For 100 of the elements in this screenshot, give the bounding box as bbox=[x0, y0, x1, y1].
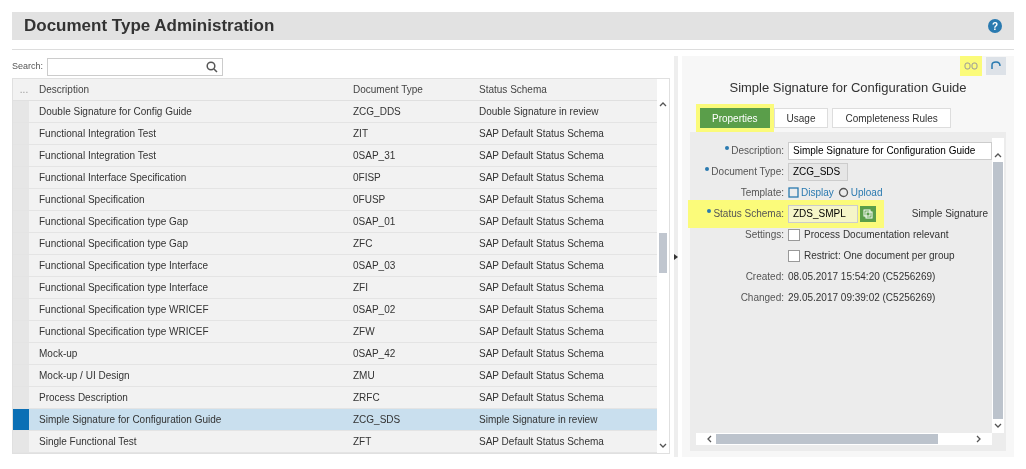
row-selector[interactable] bbox=[13, 409, 29, 430]
table-row[interactable]: Functional Specification type Gap 0SAP_01 SAP Default Status Schema bbox=[13, 211, 657, 233]
table-cell-text: Mock-up / UI Design bbox=[38, 369, 131, 383]
table-cell-text: SAP Default Status Schema bbox=[478, 347, 605, 361]
table-cell-text: SAP Default Status Schema bbox=[478, 149, 605, 163]
row-selector[interactable] bbox=[13, 101, 29, 122]
row-selector[interactable] bbox=[13, 387, 29, 408]
table-row[interactable]: Simple Signature for Configuration Guide ZCG_SDS Simple Signature in review bbox=[13, 409, 657, 431]
table-cell-text: 0SAP_03 bbox=[352, 259, 397, 273]
undo-button[interactable] bbox=[986, 57, 1006, 75]
status-schema-input[interactable]: ZDS_SMPL bbox=[788, 204, 858, 223]
field-label: Description: bbox=[731, 144, 784, 158]
table-cell-text: Single Functional Test bbox=[38, 435, 138, 449]
display-button[interactable] bbox=[960, 56, 982, 76]
table-cell-text: ZCG_DDS bbox=[352, 105, 402, 119]
table-cell-text: SAP Default Status Schema bbox=[478, 281, 605, 295]
column-header[interactable]: Status Schema bbox=[475, 82, 657, 97]
table-cell-text: SAP Default Status Schema bbox=[478, 171, 605, 185]
value-help-button[interactable] bbox=[860, 205, 876, 222]
table-cell-text: Functional Specification type WRICEF bbox=[38, 325, 210, 339]
column-header[interactable]: Document Type bbox=[349, 82, 475, 97]
table-cell-text: Double Signature in review bbox=[478, 105, 600, 119]
scrollbar-thumb[interactable] bbox=[993, 162, 1003, 419]
template-link[interactable]: Display bbox=[801, 185, 834, 200]
table-cell-text: 0SAP_01 bbox=[352, 215, 397, 229]
table-cell-text: 0SAP_02 bbox=[352, 303, 397, 317]
table-row[interactable]: Double Signature for Config Guide ZCG_DDS Double Signature in review bbox=[13, 101, 657, 123]
page-title: Document Type Administration bbox=[24, 15, 275, 38]
table-row[interactable]: Functional Specification type Gap ZFC SAP Default Status Schema bbox=[13, 233, 657, 255]
undo-icon bbox=[990, 61, 1002, 71]
table-row[interactable]: Functional Specification type WRICEF 0SAP_02 SAP Default Status Schema bbox=[13, 299, 657, 321]
table-row[interactable]: Functional Specification type WRICEF ZFW SAP Default Status Schema bbox=[13, 321, 657, 343]
table-row[interactable]: Functional Specification type Interface 0SAP_03 SAP Default Status Schema bbox=[13, 255, 657, 277]
checkbox-label: Restrict: One document per group bbox=[804, 249, 955, 263]
table-row[interactable]: Functional Specification 0FUSP SAP Default Status Schema bbox=[13, 189, 657, 211]
table-cell-text: SAP Default Status Schema bbox=[478, 259, 605, 273]
copy-icon bbox=[863, 208, 873, 219]
table-cell-text: Functional Integration Test bbox=[38, 127, 158, 141]
scrollbar-thumb[interactable] bbox=[659, 233, 667, 273]
checkbox[interactable] bbox=[788, 228, 800, 241]
table-row[interactable]: Functional Specification type Interface ZFI SAP Default Status Schema bbox=[13, 277, 657, 299]
table-cell-text: ZRFC bbox=[352, 391, 381, 405]
column-header: ... bbox=[18, 83, 30, 97]
table-cell-text: SAP Default Status Schema bbox=[478, 215, 605, 229]
field-label: Settings: bbox=[745, 228, 784, 242]
table-cell-text: SAP Default Status Schema bbox=[478, 193, 605, 207]
table-row[interactable]: Mock-up / UI Design ZMU SAP Default Status Schema bbox=[13, 365, 657, 387]
table-cell-text: SAP Default Status Schema bbox=[478, 391, 605, 405]
table-cell-text: ZFC bbox=[352, 237, 374, 251]
field-label: Created: bbox=[745, 270, 784, 284]
table-cell-text: Functional Specification type Interface bbox=[38, 281, 209, 295]
scrollbar-thumb[interactable] bbox=[716, 434, 938, 444]
checkbox-label: Process Documentation relevant bbox=[804, 228, 949, 242]
table-cell-text: SAP Default Status Schema bbox=[478, 435, 605, 449]
table-cell-text: SAP Default Status Schema bbox=[478, 369, 605, 383]
table-cell-text: SAP Default Status Schema bbox=[478, 237, 605, 251]
checkbox[interactable] bbox=[788, 249, 800, 262]
horizontal-scrollbar[interactable] bbox=[696, 433, 992, 445]
help-button[interactable]: ? bbox=[988, 19, 1002, 33]
table-cell-text: SAP Default Status Schema bbox=[478, 303, 605, 317]
table-cell-text: ZFI bbox=[352, 281, 369, 295]
table-cell-text: 0SAP_31 bbox=[352, 149, 397, 163]
table-cell-text: Mock-up bbox=[38, 347, 79, 361]
splitter-arrow-icon bbox=[674, 253, 678, 260]
description-input[interactable]: Simple Signature for Configuration Guide bbox=[788, 141, 992, 160]
scroll-down-icon bbox=[994, 423, 1002, 429]
table-cell-text: SAP Default Status Schema bbox=[478, 127, 605, 141]
table-cell-text: Process Description bbox=[38, 391, 129, 405]
table-row[interactable]: Mock-up 0SAP_42 SAP Default Status Schema bbox=[13, 343, 657, 365]
table-cell-text: Functional Interface Specification bbox=[38, 171, 188, 185]
document-icon bbox=[788, 187, 799, 198]
vertical-scrollbar[interactable] bbox=[992, 138, 1004, 433]
scroll-left-icon bbox=[706, 435, 712, 443]
table-row[interactable]: Functional Interface Specification 0FISP SAP Default Status Schema bbox=[13, 167, 657, 189]
table-row[interactable]: Single Functional Test ZFT SAP Default Status Schema bbox=[13, 431, 657, 453]
search-field[interactable] bbox=[47, 58, 224, 76]
table-cell-text: ZFT bbox=[352, 435, 373, 449]
table-row[interactable]: Functional Integration Test 0SAP_31 SAP Default Status Schema bbox=[13, 145, 657, 167]
table-cell-text: 0FUSP bbox=[352, 193, 387, 207]
tab[interactable]: Completeness Rules bbox=[832, 108, 951, 128]
table-row[interactable]: Process Description ZRFC SAP Default Status Schema bbox=[13, 387, 657, 409]
table-cell-text: Functional Specification bbox=[38, 193, 146, 207]
glasses-icon bbox=[964, 61, 978, 71]
field-label: Changed: bbox=[740, 291, 784, 305]
document-type-input[interactable]: ZCG_SDS bbox=[788, 162, 848, 181]
table-cell-text: Functional Specification type Gap bbox=[38, 215, 189, 229]
table-cell-text: Functional Specification type Interface bbox=[38, 259, 209, 273]
template-link[interactable]: Upload bbox=[850, 185, 883, 200]
table-cell-text: Simple Signature for Configuration Guide bbox=[38, 413, 223, 427]
field-label: Template: bbox=[740, 186, 784, 200]
vertical-scrollbar[interactable] bbox=[657, 79, 669, 453]
table-cell-text: SAP Default Status Schema bbox=[478, 325, 605, 339]
scroll-down-icon bbox=[659, 443, 667, 449]
upload-icon bbox=[837, 187, 849, 198]
table-row[interactable]: Functional Integration Test ZIT SAP Default Status Schema bbox=[13, 123, 657, 145]
column-header[interactable]: Description bbox=[35, 82, 349, 97]
field-value: 08.05.2017 15:54:20 (C5256269) bbox=[788, 270, 936, 284]
scroll-up-icon bbox=[659, 101, 667, 107]
row-selector[interactable] bbox=[13, 431, 29, 452]
tab[interactable]: Usage bbox=[773, 108, 829, 128]
